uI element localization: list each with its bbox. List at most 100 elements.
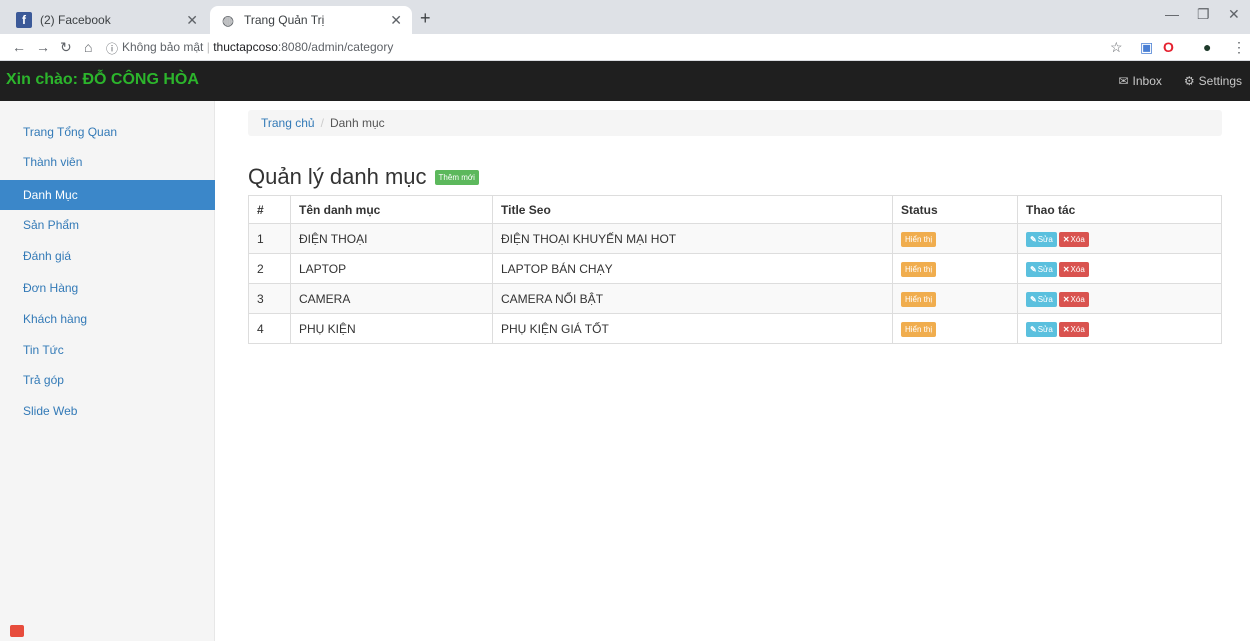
url-host: thuctapcoso xyxy=(213,40,278,54)
sidebar-item-members[interactable]: Thành viên xyxy=(0,147,215,177)
cell-number: 2 xyxy=(248,253,291,284)
cell-status: Hiển thị xyxy=(892,253,1018,284)
edit-button[interactable]: ✎Sửa xyxy=(1026,321,1057,337)
forward-icon[interactable]: → xyxy=(36,39,50,55)
delete-label: Xóa xyxy=(1070,234,1085,244)
cell-name: PHỤ KIỆN xyxy=(290,313,493,344)
column-header-status: Status xyxy=(892,195,1018,224)
page-title: Quản lý danh mục Thêm mới xyxy=(248,164,479,190)
star-icon[interactable]: ☆ xyxy=(1110,39,1123,56)
x-icon: ✕ xyxy=(1062,294,1070,304)
column-header-number: # xyxy=(248,195,291,224)
gear-icon: ⚙ xyxy=(1183,74,1195,88)
sidebar-item-dashboard[interactable]: Trang Tổng Quan xyxy=(0,117,215,147)
security-label: Không bảo mật xyxy=(122,40,204,54)
cell-name: CAMERA xyxy=(290,283,493,314)
x-icon: ✕ xyxy=(1062,234,1070,244)
sidebar-item-installment[interactable]: Trả góp xyxy=(0,365,215,395)
settings-link[interactable]: ⚙ Settings xyxy=(1184,74,1242,88)
delete-button[interactable]: ✕Xóa xyxy=(1058,321,1089,337)
sidebar-item-reviews[interactable]: Đánh giá xyxy=(0,241,215,271)
cell-actions: ✎Sửa ✕Xóa xyxy=(1017,283,1222,314)
url-path: :8080/admin/category xyxy=(277,40,394,54)
edit-icon: ✎ xyxy=(1030,294,1037,304)
edit-button[interactable]: ✎Sửa xyxy=(1026,231,1057,247)
sidebar-item-categories[interactable]: Danh Mục xyxy=(0,180,215,210)
opera-icon[interactable]: O xyxy=(1163,39,1174,55)
url-field[interactable]: Không bảo mật | thuctapcoso:8080/admin/c… xyxy=(122,40,393,54)
inbox-label: Inbox xyxy=(1132,74,1162,88)
add-new-button[interactable]: Thêm mới xyxy=(434,169,479,185)
profile-icon[interactable]: ● xyxy=(1203,39,1211,55)
edit-label: Sửa xyxy=(1037,294,1053,304)
edit-button[interactable]: ✎Sửa xyxy=(1026,291,1057,307)
edit-label: Sửa xyxy=(1037,234,1053,244)
app-logo-icon xyxy=(10,625,24,637)
category-table: # Tên danh mục Title Seo Status Thao tác… xyxy=(248,195,1222,344)
maximize-icon[interactable]: ❐ xyxy=(1197,6,1210,23)
sidebar-item-products[interactable]: Sản Phẩm xyxy=(0,210,215,240)
close-icon[interactable]: ✕ xyxy=(390,12,402,29)
globe-icon: ◍ xyxy=(221,11,235,28)
app-header: Xin chào: ĐỖ CÔNG HÒA ✉ Inbox ⚙ Settings xyxy=(0,61,1250,101)
settings-label: Settings xyxy=(1198,74,1242,88)
table-header-row: # Tên danh mục Title Seo Status Thao tác xyxy=(248,195,1222,224)
sidebar: Trang Tổng Quan Thành viên Danh Mục Sản … xyxy=(0,101,215,641)
cell-actions: ✎Sửa ✕Xóa xyxy=(1017,253,1222,284)
sidebar-item-orders[interactable]: Đơn Hàng xyxy=(0,273,215,303)
sidebar-item-customers[interactable]: Khách hàng xyxy=(0,304,215,334)
window-close-icon[interactable]: ✕ xyxy=(1228,6,1240,23)
cell-actions: ✎Sửa ✕Xóa xyxy=(1017,223,1222,254)
sidebar-item-news[interactable]: Tin Tức xyxy=(0,335,215,365)
column-header-name: Tên danh mục xyxy=(290,195,493,224)
minimize-icon[interactable]: — xyxy=(1165,6,1179,22)
edit-button[interactable]: ✎Sửa xyxy=(1026,261,1057,277)
back-icon[interactable]: ← xyxy=(12,39,26,55)
x-icon: ✕ xyxy=(1062,324,1070,334)
menu-icon[interactable]: ⋮ xyxy=(1232,39,1246,56)
delete-button[interactable]: ✕Xóa xyxy=(1058,261,1089,277)
sidebar-item-slides[interactable]: Slide Web xyxy=(0,396,215,426)
cell-name: LAPTOP xyxy=(290,253,493,284)
edit-icon: ✎ xyxy=(1030,264,1037,274)
translate-icon[interactable]: ▣ xyxy=(1140,39,1153,56)
cell-actions: ✎Sửa ✕Xóa xyxy=(1017,313,1222,344)
table-row: 1 ĐIỆN THOẠI ĐIỆN THOẠI KHUYẾN MẠI HOT H… xyxy=(248,223,1222,254)
browser-tab-bar: f (2) Facebook ✕ ◍ Trang Quản Trị ✕ + — … xyxy=(0,0,1250,34)
new-tab-icon[interactable]: + xyxy=(420,8,431,29)
page-title-text: Quản lý danh mục xyxy=(248,164,427,189)
greeting: Xin chào: ĐỖ CÔNG HÒA xyxy=(6,71,199,88)
browser-tab-admin[interactable]: ◍ Trang Quản Trị ✕ xyxy=(210,6,412,34)
breadcrumb-current: Danh mục xyxy=(329,116,385,130)
cell-number: 4 xyxy=(248,313,291,344)
breadcrumb-home[interactable]: Trang chủ xyxy=(261,116,315,130)
status-badge[interactable]: Hiển thị xyxy=(901,231,937,247)
breadcrumb-separator: / xyxy=(320,116,324,130)
column-header-seo: Title Seo xyxy=(492,195,893,224)
inbox-link[interactable]: ✉ Inbox xyxy=(1118,74,1161,88)
cell-seo: CAMERA NỔI BẬT xyxy=(492,283,893,314)
delete-label: Xóa xyxy=(1070,324,1085,334)
delete-button[interactable]: ✕Xóa xyxy=(1058,291,1089,307)
cell-status: Hiển thị xyxy=(892,313,1018,344)
status-badge[interactable]: Hiển thị xyxy=(901,261,937,277)
table-row: 2 LAPTOP LAPTOP BÁN CHẠY Hiển thị ✎Sửa ✕X… xyxy=(248,253,1222,284)
delete-label: Xóa xyxy=(1070,294,1085,304)
close-icon[interactable]: ✕ xyxy=(186,12,198,29)
status-badge[interactable]: Hiển thị xyxy=(901,321,937,337)
info-icon[interactable]: ⓘ xyxy=(106,40,118,57)
address-bar: ← → ↻ ⌂ ⓘ Không bảo mật | thuctapcoso:80… xyxy=(0,34,1250,61)
home-icon[interactable]: ⌂ xyxy=(84,39,92,55)
delete-button[interactable]: ✕Xóa xyxy=(1058,231,1089,247)
cell-status: Hiển thị xyxy=(892,283,1018,314)
browser-tab-facebook[interactable]: f (2) Facebook ✕ xyxy=(6,6,208,34)
breadcrumb: Trang chủ / Danh mục xyxy=(248,110,1222,136)
x-icon: ✕ xyxy=(1062,264,1070,274)
status-badge[interactable]: Hiển thị xyxy=(901,291,937,307)
envelope-icon: ✉ xyxy=(1118,74,1129,88)
edit-icon: ✎ xyxy=(1030,234,1037,244)
reload-icon[interactable]: ↻ xyxy=(60,39,72,56)
table-row: 4 PHỤ KIỆN PHỤ KIỆN GIÁ TỐT Hiển thị ✎Sử… xyxy=(248,313,1222,344)
delete-label: Xóa xyxy=(1070,264,1085,274)
cell-number: 3 xyxy=(248,283,291,314)
